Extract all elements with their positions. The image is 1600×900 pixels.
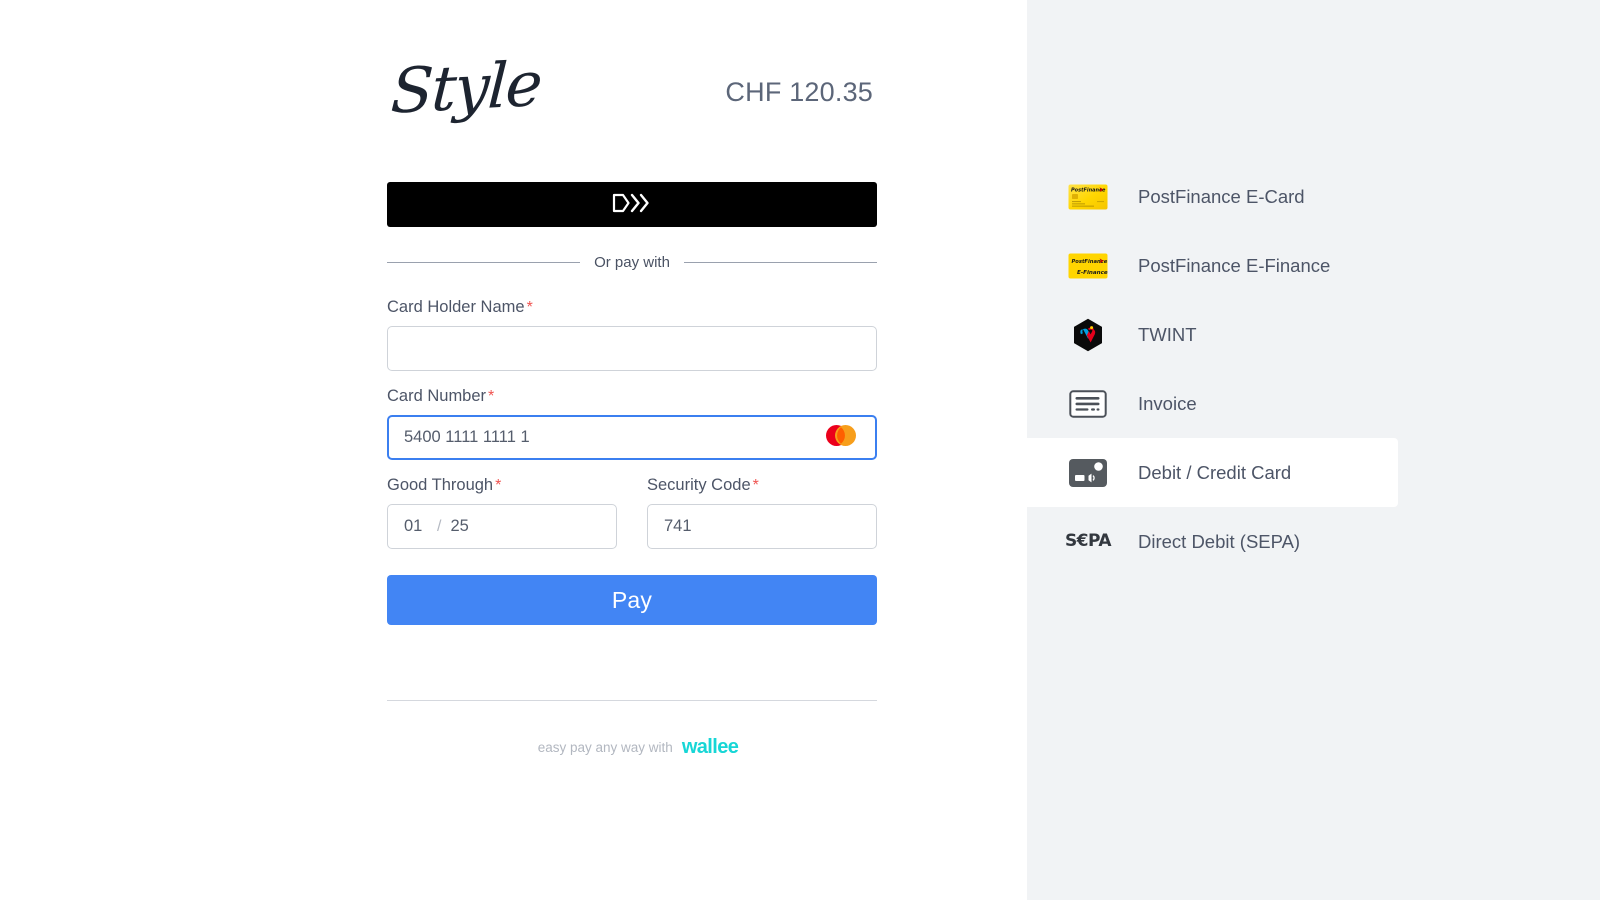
wallee-logo: wallee bbox=[681, 736, 739, 758]
order-amount: CHF 120.35 bbox=[725, 76, 873, 107]
merchant-logo: Style bbox=[389, 47, 543, 128]
payment-method-label: TWINT bbox=[1138, 323, 1197, 345]
payment-method-label: Invoice bbox=[1138, 392, 1197, 414]
payment-method-postfinance-ecard[interactable]: PostFinance PostFinance E-Card bbox=[1027, 162, 1398, 231]
footer-divider bbox=[387, 700, 877, 701]
expiry-inline-group: / bbox=[404, 517, 477, 536]
security-code-input-shell[interactable] bbox=[647, 504, 877, 549]
card-number-field: Card Number * bbox=[387, 387, 877, 460]
payment-method-label: Direct Debit (SEPA) bbox=[1138, 530, 1301, 552]
expiry-month-input[interactable] bbox=[404, 517, 430, 536]
payment-method-invoice[interactable]: Invoice bbox=[1027, 369, 1398, 438]
good-through-field: Good Through* / bbox=[387, 476, 617, 549]
checkout-form-container: Style CHF 120.35 Or pay with Card Holder… bbox=[387, 0, 878, 757]
provider-footer: easy pay any way with wallee bbox=[387, 737, 877, 757]
card-holder-label: Card Holder Name * bbox=[387, 298, 877, 317]
divider-line-left bbox=[387, 262, 581, 263]
payment-methods-sidebar: PostFinance PostFinance E-Card PostFinan… bbox=[1027, 0, 1600, 900]
postfinance-efinance-icon: PostFinance E-Finance bbox=[1067, 251, 1109, 281]
security-code-label-text: Security Code bbox=[647, 476, 751, 494]
postfinance-ecard-icon: PostFinance bbox=[1067, 182, 1109, 212]
mastercard-icon bbox=[823, 424, 859, 452]
good-through-label: Good Through * bbox=[387, 476, 617, 495]
twint-icon bbox=[1067, 318, 1109, 351]
card-number-label-text: Card Number bbox=[387, 387, 487, 405]
security-code-label: Security Code * bbox=[647, 476, 877, 495]
required-asterisk: * bbox=[495, 477, 502, 494]
expiry-cvc-row: Good Through* / Security Code* bbox=[387, 476, 877, 549]
card-number-input[interactable] bbox=[404, 417, 860, 458]
required-asterisk: * bbox=[488, 388, 495, 405]
express-pay-chevrons-icon bbox=[611, 191, 653, 218]
card-holder-input[interactable] bbox=[404, 327, 860, 370]
card-number-input-shell[interactable] bbox=[387, 415, 877, 460]
expiry-separator: / bbox=[437, 517, 442, 535]
security-code-field: Security Code * bbox=[647, 476, 877, 549]
required-asterisk: * bbox=[526, 299, 533, 316]
svg-text:E-Finance: E-Finance bbox=[1077, 270, 1108, 276]
divider-label: Or pay with bbox=[594, 254, 670, 271]
credit-card-icon bbox=[1067, 458, 1109, 488]
payment-method-postfinance-efinance[interactable]: PostFinance E-Finance PostFinance E-Fina… bbox=[1027, 231, 1398, 300]
required-asterisk: * bbox=[752, 477, 759, 494]
expiry-year-input[interactable] bbox=[450, 517, 477, 536]
security-code-input[interactable] bbox=[664, 505, 860, 548]
sepa-wordmark: S€PA bbox=[1064, 531, 1112, 551]
divider-line-right bbox=[683, 262, 878, 263]
payment-method-label: Debit / Credit Card bbox=[1138, 461, 1292, 483]
payment-method-label: PostFinance E-Finance bbox=[1138, 254, 1331, 276]
good-through-input-shell[interactable]: / bbox=[387, 504, 617, 549]
card-holder-label-text: Card Holder Name bbox=[387, 298, 525, 316]
payment-method-twint[interactable]: TWINT bbox=[1027, 300, 1398, 369]
pay-button[interactable]: Pay bbox=[387, 575, 877, 625]
svg-text:PostFinance: PostFinance bbox=[1072, 258, 1108, 264]
payment-method-label: PostFinance E-Card bbox=[1138, 185, 1305, 207]
payment-method-list: PostFinance PostFinance E-Card PostFinan… bbox=[1027, 162, 1600, 576]
card-holder-input-shell[interactable] bbox=[387, 326, 877, 371]
invoice-icon bbox=[1067, 389, 1109, 419]
payment-method-sepa[interactable]: S€PA Direct Debit (SEPA) bbox=[1027, 507, 1398, 576]
alternative-payment-divider: Or pay with bbox=[387, 254, 878, 271]
card-holder-field: Card Holder Name * bbox=[387, 298, 877, 371]
payment-method-debit-credit-card[interactable]: Debit / Credit Card bbox=[1027, 438, 1398, 507]
express-checkout-button[interactable] bbox=[387, 182, 877, 227]
sepa-icon: S€PA bbox=[1064, 527, 1112, 557]
card-number-label: Card Number * bbox=[387, 387, 877, 406]
provider-tagline: easy pay any way with bbox=[537, 739, 673, 755]
checkout-main-pane: Style CHF 120.35 Or pay with Card Holder… bbox=[0, 0, 1027, 900]
card-form: Card Holder Name * Card Number * 5400 11… bbox=[387, 298, 877, 625]
checkout-page: Style CHF 120.35 Or pay with Card Holder… bbox=[0, 0, 1600, 900]
good-through-label-text: Good Through bbox=[387, 476, 494, 494]
merchant-header: Style CHF 120.35 bbox=[387, 0, 877, 150]
